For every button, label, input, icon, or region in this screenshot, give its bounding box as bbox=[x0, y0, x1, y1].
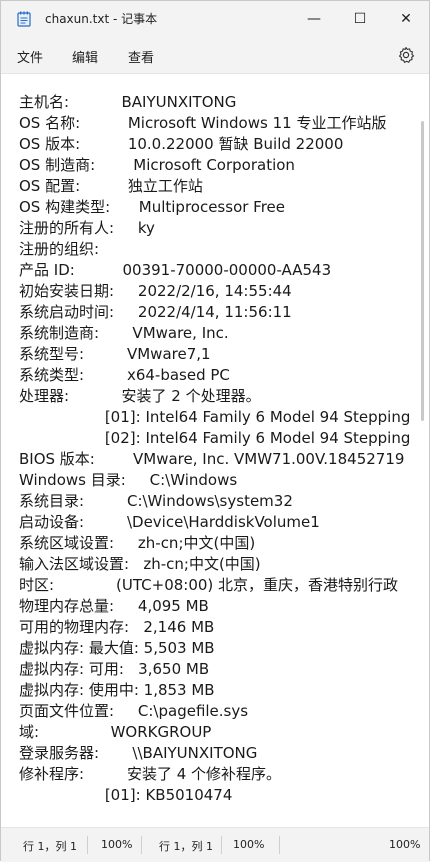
close-icon: ✕ bbox=[400, 11, 412, 27]
text-line: Windows 目录: C:\Windows bbox=[19, 471, 238, 489]
close-button[interactable]: ✕ bbox=[383, 1, 429, 37]
text-line: 虚拟内存: 可用: 3,650 MB bbox=[19, 660, 210, 678]
text-line: 物理内存总量: 4,095 MB bbox=[19, 597, 209, 615]
text-line: 主机名: BAIYUNXITONG bbox=[19, 93, 237, 111]
text-line: 域: WORKGROUP bbox=[19, 723, 212, 741]
menu-file[interactable]: 文件 bbox=[17, 47, 43, 66]
zoom-level-duplicate: 100% bbox=[233, 838, 265, 851]
text-line: [01]: Intel64 Family 6 Model 94 Stepping bbox=[19, 408, 411, 426]
text-line: [02]: Intel64 Family 6 Model 94 Stepping bbox=[19, 429, 411, 447]
text-editor[interactable]: 主机名: BAIYUNXITONG OS 名称: Microsoft Windo… bbox=[1, 74, 414, 826]
text-line: OS 版本: 10.0.22000 暂缺 Build 22000 bbox=[19, 135, 344, 153]
cursor-position-duplicate: 行 1，列 1 bbox=[159, 840, 213, 853]
notepad-app-icon bbox=[17, 11, 31, 27]
notepad-window: chaxun.txt - 记事本 — ☐ ✕ 文件 编辑 查看 主机名: BAI… bbox=[0, 0, 430, 862]
minimize-button[interactable]: — bbox=[291, 1, 337, 37]
status-extra: 100% bbox=[389, 838, 421, 851]
status-divider bbox=[87, 836, 88, 854]
text-line: 系统区域设置: zh-cn;中文(中国) bbox=[19, 534, 256, 552]
status-bar: 行 1，列 1 100% 行 1，列 1 100% 100% bbox=[1, 827, 429, 862]
text-line: 注册的所有人: ky bbox=[19, 219, 155, 237]
menu-view[interactable]: 查看 bbox=[128, 47, 154, 66]
cursor-position: 行 1，列 1 bbox=[23, 840, 77, 853]
text-line: 时区: (UTC+08:00) 北京，重庆，香港特别行政 bbox=[19, 576, 399, 594]
text-line: 虚拟内存: 最大值: 5,503 MB bbox=[19, 639, 215, 657]
text-line: [01]: KB5010474 bbox=[19, 786, 233, 804]
text-line: BIOS 版本: VMware, Inc. VMW71.00V.18452719 bbox=[19, 450, 405, 468]
text-line: OS 配置: 独立工作站 bbox=[19, 177, 203, 195]
text-line: 系统启动时间: 2022/4/14, 11:56:11 bbox=[19, 303, 292, 321]
text-line: 登录服务器: \\BAIYUNXITONG bbox=[19, 744, 258, 762]
status-divider bbox=[279, 836, 280, 854]
maximize-button[interactable]: ☐ bbox=[337, 1, 383, 37]
text-line: 启动设备: \Device\HarddiskVolume1 bbox=[19, 513, 320, 531]
scrollbar-thumb[interactable] bbox=[421, 121, 424, 421]
text-line: 产品 ID: 00391-70000-00000-AA543 bbox=[19, 261, 332, 279]
status-divider bbox=[221, 836, 222, 854]
text-line: 系统制造商: VMware, Inc. bbox=[19, 324, 229, 342]
text-line: 系统型号: VMware7,1 bbox=[19, 345, 211, 363]
text-line: 处理器: 安装了 2 个处理器。 bbox=[19, 387, 261, 405]
status-divider bbox=[141, 836, 142, 854]
title-bar[interactable]: chaxun.txt - 记事本 — ☐ ✕ bbox=[1, 1, 429, 37]
window-title: chaxun.txt - 记事本 bbox=[45, 12, 158, 26]
text-line: 系统类型: x64-based PC bbox=[19, 366, 230, 384]
text-line: 修补程序: 安装了 4 个修补程序。 bbox=[19, 765, 282, 783]
gear-icon[interactable] bbox=[397, 46, 415, 64]
text-line: 初始安装日期: 2022/2/16, 14:55:44 bbox=[19, 282, 292, 300]
text-line: 系统目录: C:\Windows\system32 bbox=[19, 492, 293, 510]
minimize-icon: — bbox=[307, 11, 321, 27]
text-line: OS 构建类型: Multiprocessor Free bbox=[19, 198, 286, 216]
text-line: 输入法区域设置: zh-cn;中文(中国) bbox=[19, 555, 261, 573]
text-line: 注册的组织: bbox=[19, 240, 100, 258]
text-line: 可用的物理内存: 2,146 MB bbox=[19, 618, 215, 636]
menu-bar: 文件 编辑 查看 bbox=[1, 37, 429, 74]
text-line: OS 名称: Microsoft Windows 11 专业工作站版 bbox=[19, 114, 387, 132]
menu-edit[interactable]: 编辑 bbox=[72, 47, 98, 66]
maximize-icon: ☐ bbox=[353, 11, 367, 27]
text-line: 虚拟内存: 使用中: 1,853 MB bbox=[19, 681, 215, 699]
text-line: OS 制造商: Microsoft Corporation bbox=[19, 156, 295, 174]
zoom-level[interactable]: 100% bbox=[101, 838, 132, 851]
text-line: 页面文件位置: C:\pagefile.sys bbox=[19, 702, 249, 720]
